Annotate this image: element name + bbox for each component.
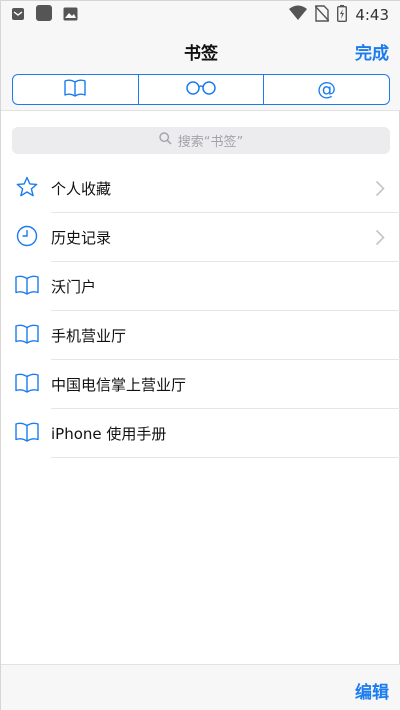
list-item-favorites[interactable]: 个人收藏	[1, 164, 400, 213]
nav-bar: 书签 完成 @	[1, 29, 400, 111]
search-placeholder: 搜索“书签”	[177, 135, 244, 150]
app-notification-icon	[35, 4, 53, 26]
reading-list-glasses-icon	[185, 80, 217, 99]
search-field[interactable]: 搜索“书签”	[12, 127, 390, 154]
bookmarks-book-icon	[64, 79, 87, 101]
tab-bookmarks[interactable]	[13, 75, 138, 104]
list-item-label: 沃门户	[51, 278, 97, 296]
book-icon	[15, 422, 39, 446]
search-icon	[159, 132, 172, 149]
list-item-label: 个人收藏	[51, 180, 112, 198]
battery-charging-icon	[337, 4, 348, 26]
status-bar: 4:43	[1, 1, 400, 29]
tab-reading-list[interactable]	[137, 75, 264, 104]
star-icon	[16, 176, 38, 202]
book-icon	[15, 275, 39, 299]
list-item-bookmark[interactable]: iPhone 使用手册	[1, 409, 400, 458]
done-button[interactable]: 完成	[355, 39, 389, 64]
list-item-label: 手机营业厅	[51, 327, 127, 345]
list-item-label: 中国电信掌上营业厅	[51, 376, 187, 394]
book-icon	[15, 373, 39, 397]
list-item-bookmark[interactable]: 中国电信掌上营业厅	[1, 360, 400, 409]
list-item-history[interactable]: 历史记录	[1, 213, 400, 262]
tab-shared-links[interactable]: @	[263, 75, 389, 104]
no-sim-icon	[314, 4, 330, 26]
list-item-bookmark[interactable]: 沃门户	[1, 262, 400, 311]
bookmarks-list: 个人收藏 历史记录 沃门户 手机营业厅 中国电信掌上营业厅 iPhone 使用手…	[1, 164, 400, 458]
status-time: 4:43	[355, 6, 389, 24]
bottom-toolbar: 编辑	[1, 664, 400, 710]
book-icon	[15, 324, 39, 348]
shared-links-at-icon: @	[317, 78, 337, 100]
chevron-right-icon	[375, 229, 385, 250]
edit-button[interactable]: 编辑	[355, 678, 389, 703]
app-frame: 4:43 书签 完成 @ 搜索“书签” 个人收藏 历史记录 沃门户 手机营业厅 …	[0, 0, 400, 710]
chevron-right-icon	[375, 180, 385, 201]
image-notification-icon	[63, 6, 78, 25]
mail-notification-icon	[11, 6, 25, 25]
list-item-label: 历史记录	[51, 229, 112, 247]
page-title: 书签	[184, 44, 218, 64]
wifi-icon	[289, 5, 308, 25]
list-item-label: iPhone 使用手册	[51, 425, 167, 443]
list-item-bookmark[interactable]: 手机营业厅	[1, 311, 400, 360]
bookmark-segmented-control: @	[12, 74, 390, 105]
clock-icon	[16, 225, 38, 251]
